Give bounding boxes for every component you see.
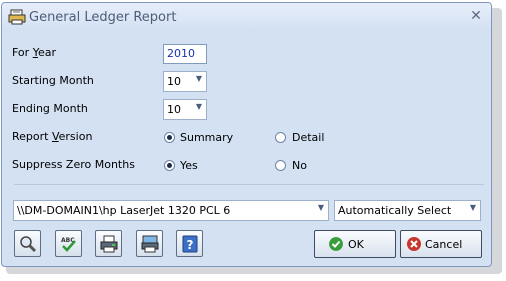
report-version-label: Report Version [12,130,93,143]
cancel-button[interactable]: Cancel [400,230,482,258]
year-label: For Year [12,46,56,59]
ending-month-select[interactable]: 10 ▼ [163,99,207,120]
yes-radio[interactable] [164,160,175,171]
report-printer-icon [8,9,26,25]
print-setup-button[interactable] [95,230,122,257]
spellcheck-icon: ABC [61,237,76,252]
print-preview-icon [141,235,159,253]
summary-radio[interactable] [164,132,175,143]
ending-month-label: Ending Month [12,102,88,115]
ok-label: OK [348,238,364,251]
no-radio[interactable] [275,160,286,171]
ending-month-value: 10 [167,103,181,116]
cancel-label: Cancel [425,238,463,251]
magnifier-icon [20,236,37,253]
ok-button[interactable]: OK [314,230,396,258]
printer-value: \\DM-DOMAIN1\hp LaserJet 1320 PCL 6 [17,204,231,217]
divider [14,184,484,185]
spell-check-button[interactable]: ABC [55,230,82,257]
year-input[interactable]: 2010 [163,44,207,64]
printer-select[interactable]: \\DM-DOMAIN1\hp LaserJet 1320 PCL 6 ▼ [13,200,329,221]
no-radio-label[interactable]: No [292,159,307,172]
starting-month-label: Starting Month [12,74,94,87]
checkmark-icon [329,237,343,251]
paper-tray-value: Automatically Select [338,204,452,217]
window-title: General Ledger Report [29,10,177,25]
detail-radio-label[interactable]: Detail [292,131,324,144]
svg-text:?: ? [187,238,194,252]
chevron-down-icon: ▼ [317,203,324,212]
detail-radio[interactable] [275,132,286,143]
help-icon: ? [182,235,198,253]
suppress-zero-months-label: Suppress Zero Months [12,158,135,171]
starting-month-select[interactable]: 10 ▼ [163,71,207,92]
summary-radio-label[interactable]: Summary [180,131,233,144]
cancel-x-icon [407,237,421,251]
paper-tray-select[interactable]: Automatically Select ▼ [334,200,481,221]
preview-button[interactable] [14,230,41,257]
chevron-down-icon: ▼ [195,102,202,111]
help-button[interactable]: ? [176,230,203,257]
starting-month-value: 10 [167,75,181,88]
title-bar[interactable]: General Ledger Report ✕ [2,3,491,31]
printer-setup-icon [100,235,118,253]
chevron-down-icon: ▼ [469,203,476,212]
yes-radio-label[interactable]: Yes [180,159,198,172]
chevron-down-icon: ▼ [195,74,202,83]
general-ledger-dialog: General Ledger Report ✕ For Year 2010 St… [1,2,492,267]
print-button[interactable] [136,230,163,257]
close-icon[interactable]: ✕ [469,9,483,23]
